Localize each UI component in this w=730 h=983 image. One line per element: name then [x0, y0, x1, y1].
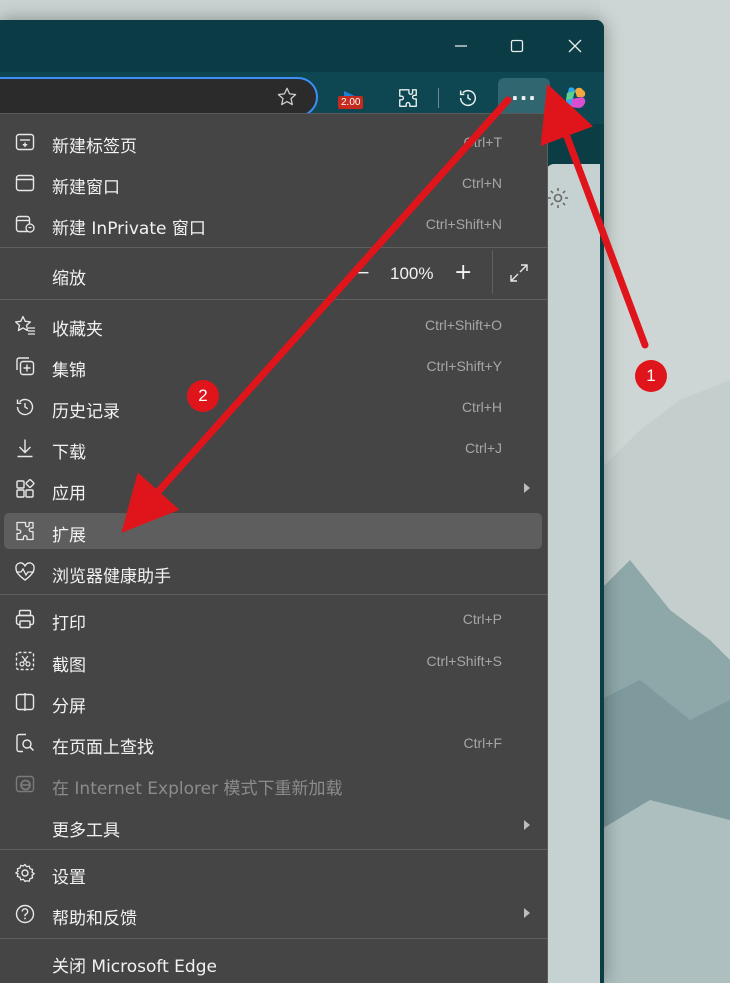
menu-item-shortcut: Ctrl+J — [465, 440, 502, 456]
zoom-in-button[interactable]: + — [454, 260, 472, 285]
menu-item-label: 新建 InPrivate 窗口 — [52, 219, 206, 239]
maximize-icon[interactable] — [503, 32, 531, 60]
split-screen-icon — [15, 693, 35, 711]
settings-and-more-menu: 新建标签页 Ctrl+T 新建窗口 Ctrl+N 新建 InPrivate 窗口… — [0, 113, 548, 983]
menu-item-shortcut: Ctrl+Shift+O — [424, 317, 502, 333]
favorites-icon — [14, 315, 35, 335]
menu-item-label: 在 Internet Explorer 模式下重新加载 — [52, 779, 343, 799]
menu-new-tab[interactable]: 新建标签页 Ctrl+T — [4, 124, 542, 160]
page-content — [546, 164, 600, 983]
history-icon — [16, 398, 34, 416]
menu-favorites[interactable]: 收藏夹 Ctrl+Shift+O — [4, 307, 542, 343]
menu-zoom: 缩放 − 100% + — [4, 250, 542, 294]
menu-item-label: 打印 — [52, 614, 86, 634]
submenu-arrow-icon — [524, 483, 530, 493]
menu-item-label: 缩放 — [52, 269, 86, 289]
menu-find-on-page[interactable]: 在页面上查找 Ctrl+F — [4, 725, 542, 761]
menu-screenshot[interactable]: 截图 Ctrl+Shift+S — [4, 643, 542, 679]
screenshot-icon — [15, 651, 35, 671]
menu-item-label: 收藏夹 — [52, 320, 103, 340]
apps-icon — [16, 478, 35, 498]
menu-item-label: 下载 — [52, 443, 86, 463]
menu-downloads[interactable]: 下载 Ctrl+J — [4, 430, 542, 466]
menu-settings[interactable]: 设置 — [4, 855, 542, 891]
menu-item-label: 历史记录 — [52, 402, 120, 422]
menu-item-label: 在页面上查找 — [52, 738, 154, 758]
zoom-divider — [492, 250, 493, 294]
menu-item-label: 新建窗口 — [52, 178, 120, 198]
internet-explorer-icon — [15, 775, 35, 793]
step-2-badge: 2 — [187, 380, 219, 412]
menu-item-label: 浏览器健康助手 — [52, 567, 171, 587]
title-bar — [0, 20, 604, 72]
menu-item-shortcut: Ctrl+Shift+N — [425, 216, 502, 232]
menu-extensions[interactable]: 扩展 — [4, 513, 542, 549]
close-icon[interactable] — [561, 32, 589, 60]
new-tab-icon — [15, 133, 35, 151]
page-settings-gear-icon[interactable] — [546, 186, 570, 210]
menu-browser-essentials[interactable]: 浏览器健康助手 — [4, 554, 542, 590]
menu-item-label: 集锦 — [52, 361, 86, 381]
copilot-icon[interactable] — [560, 83, 590, 113]
menu-close-edge[interactable]: 关闭 Microsoft Edge — [4, 944, 542, 980]
collections-icon — [16, 357, 35, 376]
health-heart-icon — [15, 562, 35, 581]
menu-help-and-feedback[interactable]: 帮助和反馈 — [4, 896, 542, 932]
menu-new-window[interactable]: 新建窗口 Ctrl+N — [4, 165, 542, 201]
extension-badge: 2.00 — [338, 96, 364, 109]
menu-new-inprivate-window[interactable]: 新建 InPrivate 窗口 Ctrl+Shift+N — [4, 206, 542, 242]
menu-collections[interactable]: 集锦 Ctrl+Shift+Y — [4, 348, 542, 384]
menu-divider — [0, 299, 548, 300]
menu-ie-mode-reload: 在 Internet Explorer 模式下重新加载 — [4, 766, 542, 802]
history-icon[interactable] — [453, 83, 483, 113]
menu-item-label: 更多工具 — [52, 821, 120, 841]
menu-item-shortcut: Ctrl+Shift+Y — [426, 358, 502, 374]
menu-item-shortcut: Ctrl+F — [463, 735, 503, 751]
menu-item-shortcut: Ctrl+T — [463, 134, 503, 150]
fullscreen-icon[interactable] — [508, 262, 530, 284]
minimize-icon[interactable] — [447, 32, 475, 60]
address-bar[interactable] — [0, 77, 318, 117]
menu-divider — [0, 849, 548, 850]
extensions-puzzle-icon[interactable] — [393, 83, 423, 113]
menu-divider — [0, 247, 548, 248]
menu-apps[interactable]: 应用 — [4, 471, 542, 507]
menu-item-label: 新建标签页 — [52, 137, 137, 157]
zoom-out-button[interactable]: − — [356, 263, 370, 283]
menu-item-shortcut: Ctrl+H — [461, 399, 502, 415]
menu-item-label: 关闭 Microsoft Edge — [52, 957, 217, 977]
menu-item-shortcut: Ctrl+Shift+S — [426, 653, 502, 669]
new-window-icon — [15, 174, 35, 192]
find-on-page-icon — [16, 733, 35, 753]
toolbar-divider — [438, 88, 439, 108]
step-1-badge: 1 — [635, 360, 667, 392]
menu-item-label: 扩展 — [52, 526, 86, 546]
submenu-arrow-icon — [524, 820, 530, 830]
submenu-arrow-icon — [524, 908, 530, 918]
zoom-level: 100% — [390, 264, 434, 283]
menu-history[interactable]: 历史记录 Ctrl+H — [4, 389, 542, 425]
menu-item-label: 截图 — [52, 656, 86, 676]
help-icon — [15, 904, 35, 924]
menu-more-tools[interactable]: 更多工具 — [4, 808, 542, 844]
menu-divider — [0, 938, 548, 939]
favorite-star-icon[interactable] — [276, 86, 298, 108]
menu-divider — [0, 594, 548, 595]
settings-and-more-button[interactable]: ··· — [498, 78, 550, 118]
desktop-wallpaper — [600, 0, 730, 983]
gear-icon — [15, 863, 35, 883]
menu-split-screen[interactable]: 分屏 — [4, 684, 542, 720]
download-icon — [17, 439, 33, 458]
menu-item-label: 应用 — [52, 484, 86, 504]
print-icon — [15, 609, 35, 629]
inprivate-icon — [15, 215, 35, 233]
menu-item-label: 分屏 — [52, 697, 86, 717]
menu-item-shortcut: Ctrl+N — [461, 175, 502, 191]
menu-item-label: 帮助和反馈 — [52, 909, 137, 929]
menu-print[interactable]: 打印 Ctrl+P — [4, 601, 542, 637]
menu-item-label: 设置 — [52, 868, 86, 888]
menu-item-shortcut: Ctrl+P — [462, 611, 502, 627]
extensions-puzzle-icon — [16, 521, 34, 541]
